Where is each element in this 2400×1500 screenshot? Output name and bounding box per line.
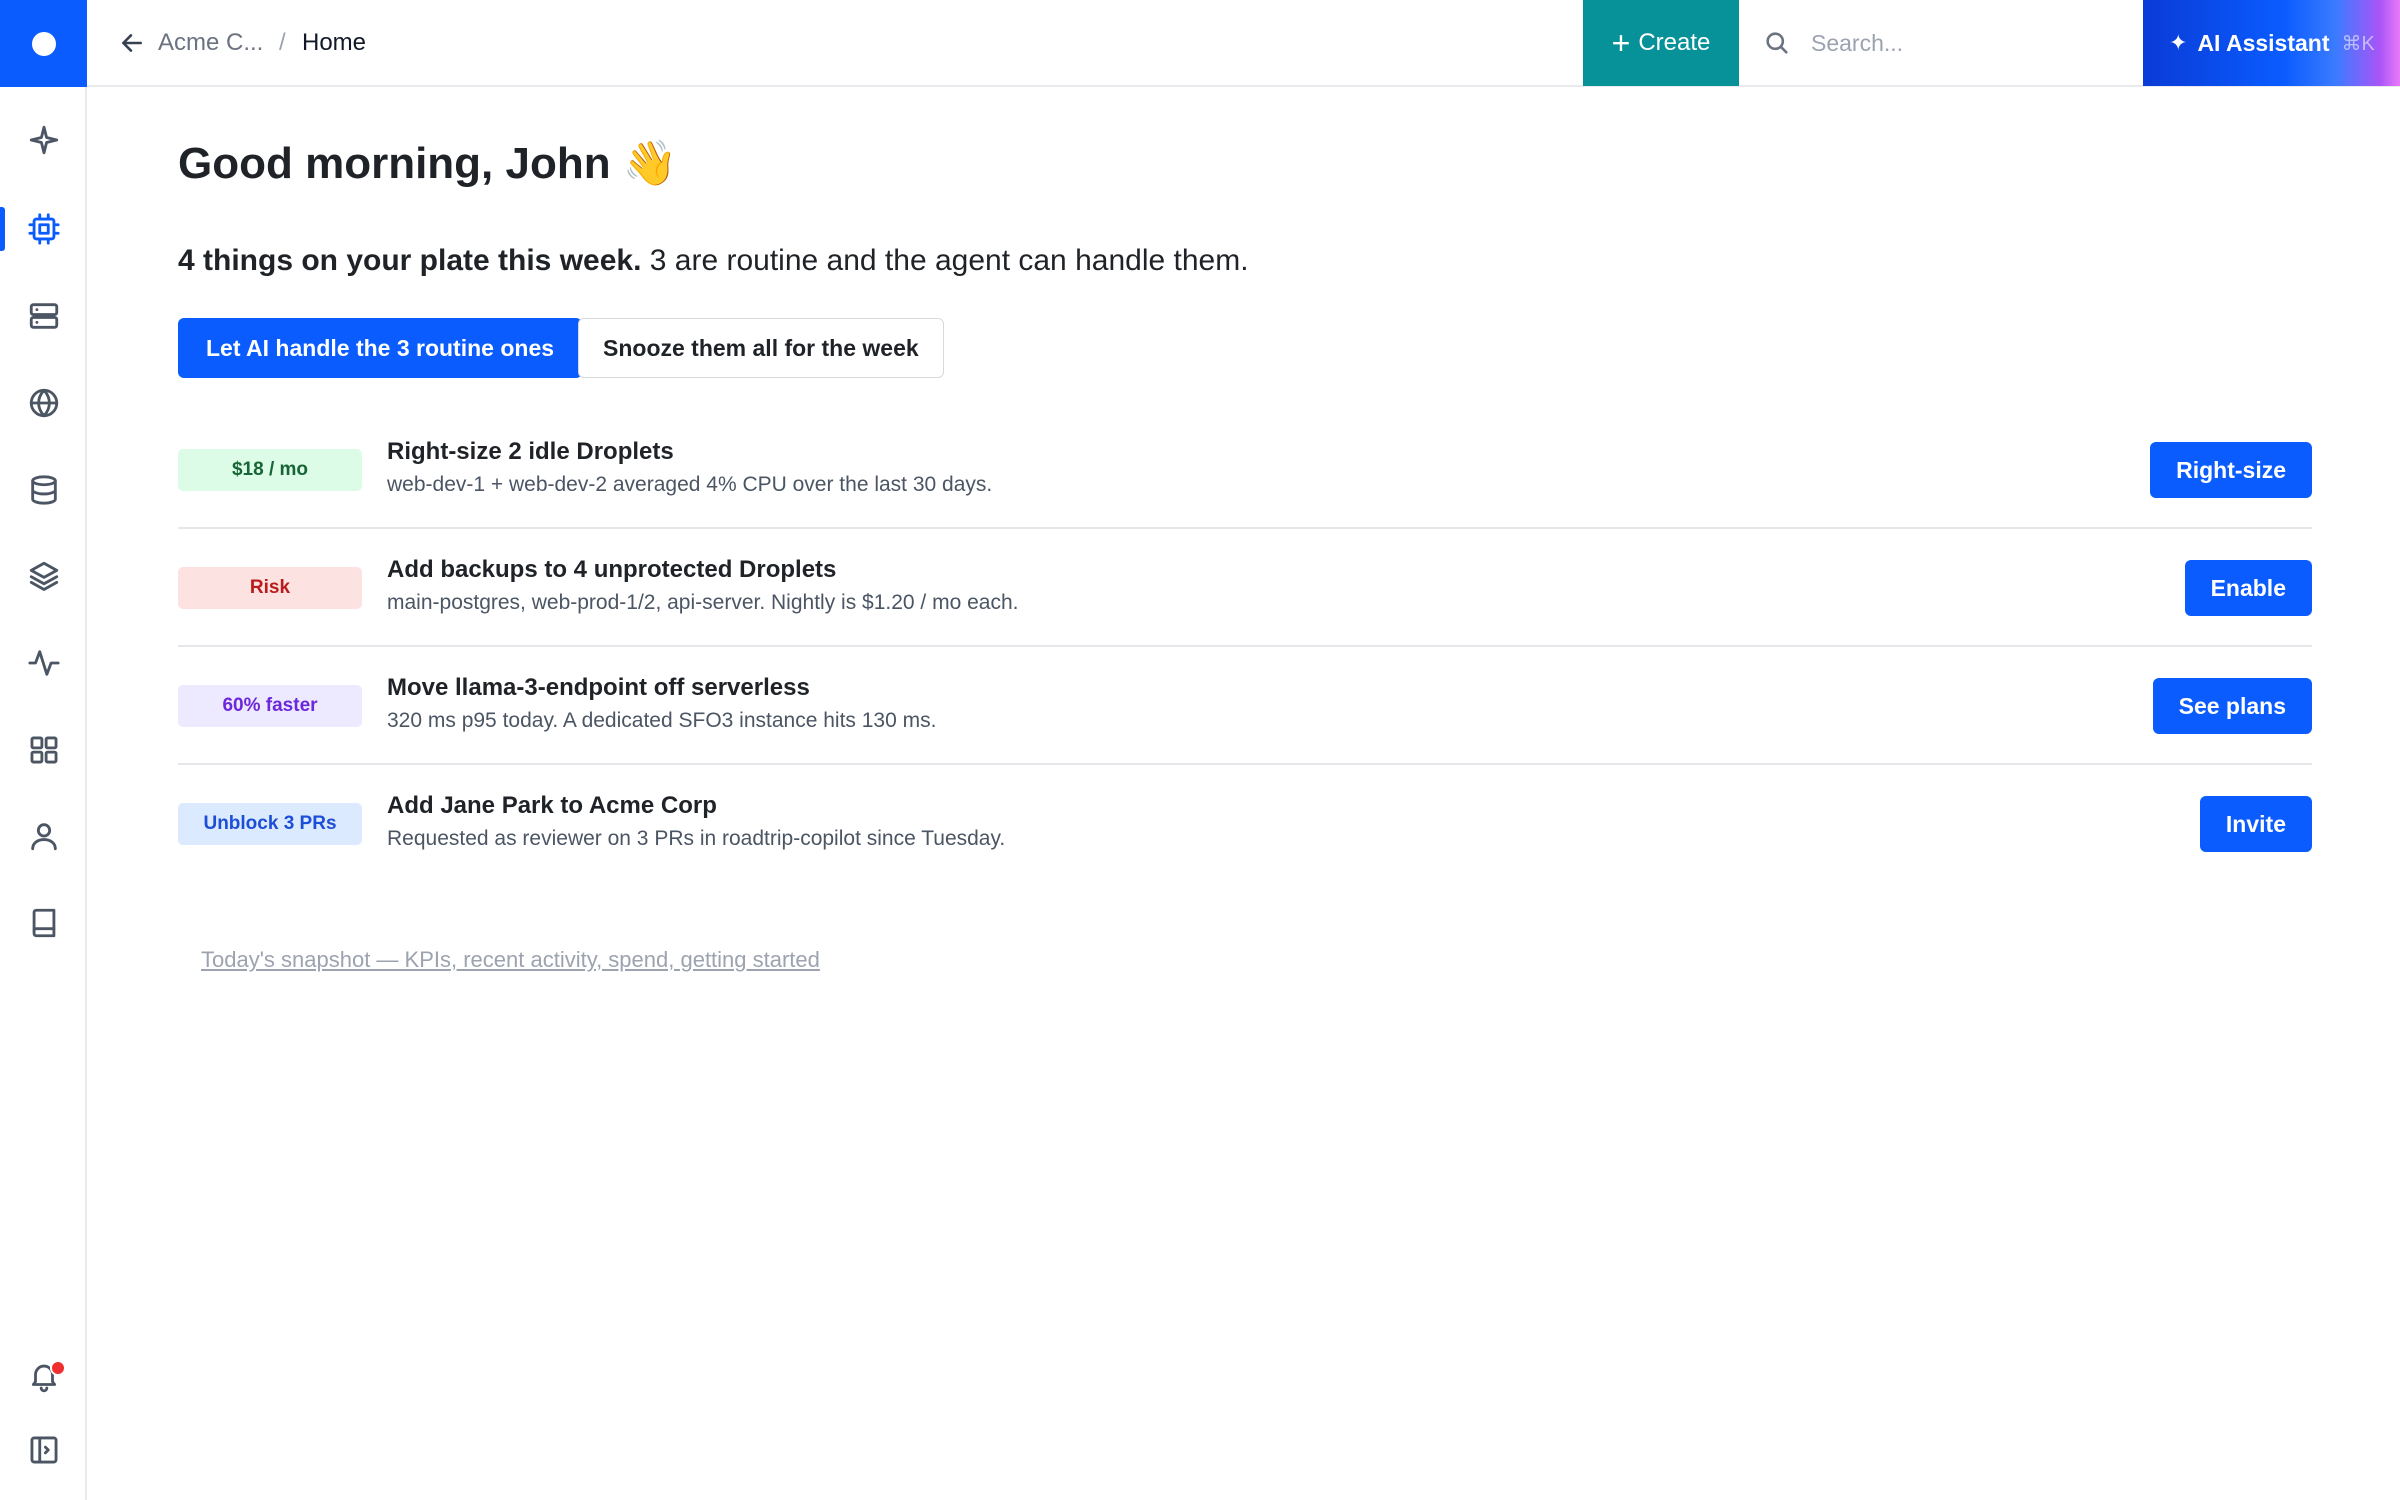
layers-icon [29, 561, 58, 591]
task-row: Risk Add backups to 4 unprotected Drople… [178, 529, 2312, 647]
page-title: Good morning, John 👋 [178, 139, 678, 188]
task-badge: 60% faster [178, 685, 362, 727]
task-row: $18 / mo Right-size 2 idle Droplets web-… [178, 411, 2312, 529]
sidebar-item-servers[interactable] [0, 284, 87, 348]
search-icon [1766, 32, 1788, 54]
grid-icon [30, 736, 57, 764]
task-badge: $18 / mo [178, 449, 362, 491]
invite-button[interactable]: Invite [2199, 796, 2312, 852]
snooze-all-button[interactable]: Snooze them all for the week [578, 318, 944, 378]
globe-icon [29, 388, 58, 418]
create-button[interactable]: + Create [1583, 0, 1739, 86]
sidebar-item-storage[interactable] [0, 544, 87, 608]
task-list: $18 / mo Right-size 2 idle Droplets web-… [178, 411, 2312, 883]
ai-assistant-button[interactable]: ✦ AI Assistant ⌘K [2143, 0, 2400, 86]
logo-dot-icon [31, 31, 56, 56]
plus-icon: + [1611, 25, 1631, 61]
sidebar-item-docs[interactable] [0, 891, 87, 955]
sidebar-item-account[interactable] [0, 804, 87, 868]
top-bar: Acme C... / Home + Create ✦ AI Assistant… [87, 0, 2400, 87]
summary-detail: 3 are routine and the agent can handle t… [641, 244, 1249, 277]
task-title: Move llama-3-endpoint off serverless [387, 674, 810, 701]
task-row: 60% faster Move llama-3-endpoint off ser… [178, 647, 2312, 765]
enable-backups-button[interactable]: Enable [2184, 560, 2312, 616]
sidebar-item-notifications[interactable] [0, 1344, 87, 1408]
task-description: Requested as reviewer on 3 PRs in roadtr… [387, 827, 1006, 850]
task-description: main-postgres, web-prod-1/2, api-server.… [387, 591, 1019, 614]
sidebar-item-droplets[interactable] [0, 197, 87, 261]
sparkle-icon [29, 125, 58, 155]
sidebar-item-networking[interactable] [0, 371, 87, 435]
sidebar-item-ai[interactable] [0, 108, 87, 172]
book-icon [32, 908, 55, 938]
task-badge: Risk [178, 567, 362, 609]
sidebar-item-databases[interactable] [0, 458, 87, 522]
breadcrumb-current: Home [302, 29, 367, 56]
summary-headline: 4 things on your plate this week. [178, 244, 642, 277]
cpu-icon [27, 213, 60, 245]
notification-dot [50, 1360, 66, 1376]
search-bar [1739, 0, 2143, 86]
back-button[interactable] [115, 26, 149, 60]
search-input[interactable] [1809, 20, 2123, 66]
task-title: Add Jane Park to Acme Corp [387, 792, 717, 819]
database-icon [30, 475, 57, 505]
brand-logo[interactable] [0, 0, 87, 87]
ai-assistant-label: AI Assistant [2197, 29, 2330, 56]
task-description: web-dev-1 + web-dev-2 averaged 4% CPU ov… [387, 473, 993, 496]
breadcrumb-separator: / [279, 29, 286, 56]
create-label: Create [1638, 29, 1711, 56]
activity-icon [27, 650, 60, 676]
keyboard-shortcut: ⌘K [2341, 32, 2375, 55]
sidebar-toggle-icon [30, 1436, 57, 1464]
task-description: 320 ms p95 today. A dedicated SFO3 insta… [387, 709, 937, 732]
task-title: Right-size 2 idle Droplets [387, 438, 674, 465]
weekly-summary: 4 things on your plate this week. 3 are … [178, 244, 1249, 278]
sidebar-collapse-button[interactable] [0, 1418, 87, 1482]
server-icon [29, 303, 58, 329]
see-plans-button[interactable]: See plans [2152, 678, 2312, 734]
sidebar [0, 0, 87, 1500]
task-badge: Unblock 3 PRs [178, 803, 362, 845]
breadcrumb-org[interactable]: Acme C... [158, 29, 263, 57]
user-icon [30, 823, 57, 851]
task-row: Unblock 3 PRs Add Jane Park to Acme Corp… [178, 765, 2312, 883]
let-ai-handle-button[interactable]: Let AI handle the 3 routine ones [178, 318, 583, 378]
sidebar-item-apps[interactable] [0, 718, 87, 782]
sparkles-icon: ✦ [2169, 30, 2188, 55]
arrow-left-icon [122, 34, 142, 52]
task-title: Add backups to 4 unprotected Droplets [387, 556, 837, 583]
snapshot-link[interactable]: Today's snapshot — KPIs, recent activity… [201, 947, 820, 973]
sidebar-item-monitoring[interactable] [0, 631, 87, 695]
right-size-button[interactable]: Right-size [2150, 442, 2312, 498]
